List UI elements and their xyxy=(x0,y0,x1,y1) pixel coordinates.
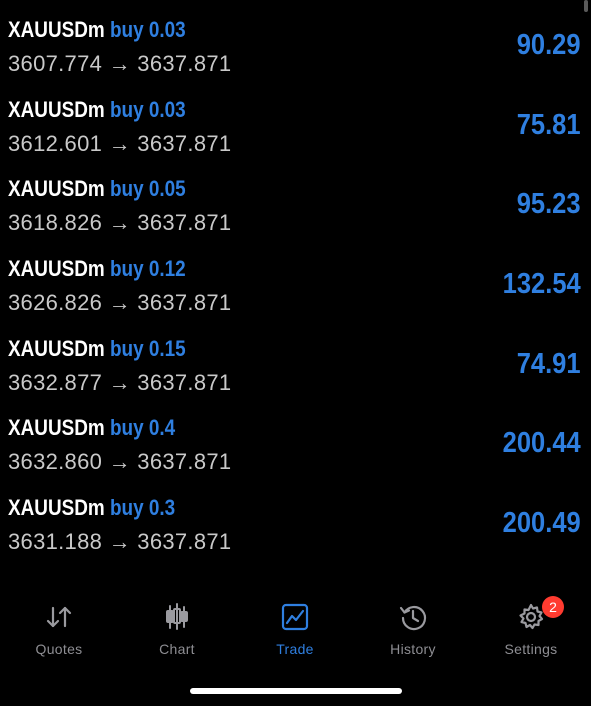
tab-label: Quotes xyxy=(35,641,83,657)
trade-symbol: XAUUSDm xyxy=(8,415,105,441)
notification-badge: 2 xyxy=(542,596,564,618)
trade-symbol: XAUUSDm xyxy=(8,256,105,282)
trade-symbol: XAUUSDm xyxy=(8,335,105,361)
tab-settings[interactable]: 2 Settings xyxy=(472,590,590,662)
history-clock-icon xyxy=(398,602,428,632)
trade-profit: 75.81 xyxy=(517,108,581,141)
tab-label: Chart xyxy=(159,641,195,657)
tab-quotes[interactable]: Quotes xyxy=(0,590,118,662)
trade-action: buy 0.03 xyxy=(109,96,186,122)
trade-row[interactable]: XAUUSDm buy 0.4 3632.860 → 3637.871 200.… xyxy=(0,398,591,478)
scroll-indicator[interactable] xyxy=(584,0,588,12)
trade-prices: 3607.774 → 3637.871 xyxy=(8,51,232,76)
trade-prices: 3631.188 → 3637.871 xyxy=(8,529,232,555)
tab-label: Trade xyxy=(276,641,314,657)
trade-title: XAUUSDm buy 0.3 xyxy=(8,495,175,521)
trade-row[interactable]: XAUUSDm buy 0.03 3612.601 → 3637.871 75.… xyxy=(0,80,591,160)
trade-profit: 95.23 xyxy=(517,188,581,221)
trade-profit: 74.91 xyxy=(517,347,581,380)
trade-row[interactable]: XAUUSDm buy 0.03 3607.774 → 3637.871 90.… xyxy=(0,0,591,80)
trade-title: XAUUSDm buy 0.03 xyxy=(8,17,186,43)
trade-row[interactable]: XAUUSDm buy 0.12 3626.826 → 3637.871 132… xyxy=(0,239,591,319)
trade-title: XAUUSDm buy 0.15 xyxy=(8,336,186,362)
trade-prices: 3612.601 → 3637.871 xyxy=(8,130,232,156)
trade-title: XAUUSDm buy 0.03 xyxy=(8,97,186,123)
trade-action: buy 0.15 xyxy=(109,335,186,361)
trade-symbol: XAUUSDm xyxy=(8,495,105,521)
trade-action: buy 0.12 xyxy=(109,256,186,282)
trade-action: buy 0.3 xyxy=(109,495,176,521)
trade-profit: 90.29 xyxy=(517,29,581,61)
trade-symbol: XAUUSDm xyxy=(8,176,105,202)
home-indicator[interactable] xyxy=(190,688,402,694)
tab-history[interactable]: History xyxy=(354,590,472,662)
trade-profit: 132.54 xyxy=(502,268,581,301)
trade-list[interactable]: XAUUSDm buy 0.03 3607.774 → 3637.871 90.… xyxy=(0,0,591,558)
tab-label: History xyxy=(390,641,436,657)
trade-title: XAUUSDm buy 0.12 xyxy=(8,256,186,282)
tab-chart[interactable]: Chart xyxy=(118,590,236,662)
trade-title: XAUUSDm buy 0.4 xyxy=(8,415,175,441)
trade-row[interactable]: XAUUSDm buy 0.3 3631.188 → 3637.871 200.… xyxy=(0,478,591,558)
tab-trade[interactable]: Trade xyxy=(236,590,354,662)
trade-prices: 3626.826 → 3637.871 xyxy=(8,290,232,316)
trade-title: XAUUSDm buy 0.05 xyxy=(8,176,186,202)
trade-profit: 200.49 xyxy=(502,507,581,540)
trade-row[interactable]: XAUUSDm buy 0.05 3618.826 → 3637.871 95.… xyxy=(0,159,591,239)
trade-prices: 3632.877 → 3637.871 xyxy=(8,369,232,395)
trade-row[interactable]: XAUUSDm buy 0.15 3632.877 → 3637.871 74.… xyxy=(0,319,591,399)
trade-symbol: XAUUSDm xyxy=(8,17,105,42)
trade-action: buy 0.05 xyxy=(109,176,186,202)
trade-symbol: XAUUSDm xyxy=(8,96,105,122)
tab-label: Settings xyxy=(504,641,558,657)
candlestick-icon xyxy=(162,602,192,632)
trade-prices: 3632.860 → 3637.871 xyxy=(8,449,232,475)
sort-arrows-icon xyxy=(44,602,74,632)
line-chart-icon xyxy=(280,602,310,632)
trade-action: buy 0.03 xyxy=(109,17,186,42)
bottom-tab-bar: Quotes Chart Trade History 2 Settings xyxy=(0,590,591,670)
trade-profit: 200.44 xyxy=(502,427,581,460)
trade-action: buy 0.4 xyxy=(109,415,176,441)
trade-prices: 3618.826 → 3637.871 xyxy=(8,210,232,236)
